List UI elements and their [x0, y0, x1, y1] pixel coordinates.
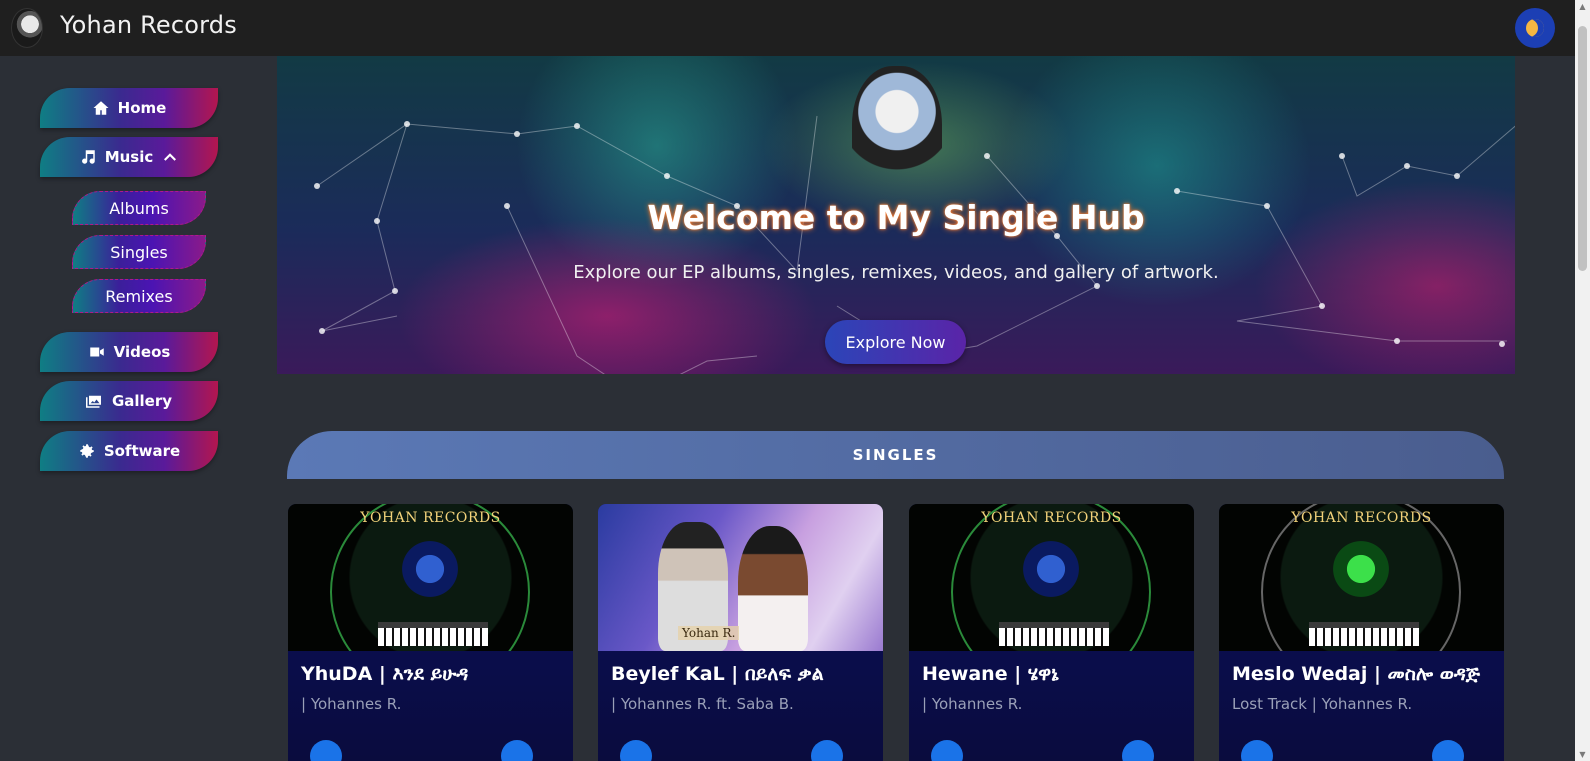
hero-title: Welcome to My Single Hub — [647, 198, 1145, 237]
card-artist: | Yohannes R. — [922, 695, 1023, 713]
sidebar-item-gallery[interactable]: Gallery — [40, 381, 218, 421]
scrollbar-thumb[interactable] — [1578, 26, 1587, 271]
avatar-logo-icon[interactable] — [11, 8, 43, 48]
single-card[interactable]: YOHAN RECORDS Hewane | ሄዋኔ | Yohannes R. — [909, 504, 1194, 761]
sidebar-item-label: Videos — [113, 343, 171, 361]
play-button[interactable] — [931, 740, 963, 761]
submenu-item-singles[interactable]: Singles — [72, 235, 206, 269]
share-button[interactable] — [811, 740, 843, 761]
chevron-up-icon[interactable] — [161, 148, 179, 166]
images-icon — [85, 395, 101, 408]
cover-art-image: YOHAN RECORDS — [909, 504, 1194, 651]
theme-toggle-button[interactable] — [1515, 8, 1555, 48]
sidebar-item-music[interactable]: Music — [40, 137, 218, 177]
card-title: Meslo Wedaj | መስሎ ወዳጅ — [1232, 663, 1480, 685]
cover-art-image: YOHAN RECORDS — [1219, 504, 1504, 651]
hero-avatar-image — [852, 66, 942, 196]
moon-icon — [1526, 19, 1544, 37]
card-artist: | Yohannes R. — [301, 695, 402, 713]
card-artist: Lost Track | Yohannes R. — [1232, 695, 1413, 713]
scrollbar[interactable]: ▲ ▼ — [1575, 0, 1590, 761]
music-note-icon — [81, 150, 95, 164]
sidebar-item-label: Software — [103, 442, 181, 460]
play-button[interactable] — [310, 740, 342, 761]
gear-icon — [80, 444, 94, 458]
cover-tag-label: Yohan R. — [678, 626, 740, 640]
sidebar-item-software[interactable]: Software — [40, 431, 218, 471]
play-button[interactable] — [1241, 740, 1273, 761]
top-bar: Yohan Records — [0, 0, 1590, 56]
submenu-item-albums[interactable]: Albums — [72, 191, 206, 225]
sidebar-item-home[interactable]: Home — [40, 88, 218, 128]
explore-now-button[interactable]: Explore Now — [825, 320, 966, 364]
single-card[interactable]: YOHAN RECORDS YhuDA | እንደ ይሁዳ | Yohannes… — [288, 504, 573, 761]
home-icon — [93, 101, 109, 115]
share-button[interactable] — [1432, 740, 1464, 761]
hero-subtitle: Explore our EP albums, singles, remixes,… — [573, 262, 1219, 283]
sidebar: Home Music Albums Singles Remixes Videos… — [0, 56, 262, 761]
play-button[interactable] — [620, 740, 652, 761]
single-card[interactable]: Yohan R. Beylef KaL | በይለፍ ቃል | Yohannes… — [598, 504, 883, 761]
section-title: SINGLES — [287, 431, 1504, 479]
cover-brand-label: YOHAN RECORDS — [981, 510, 1122, 526]
cover-art-image: YOHAN RECORDS — [288, 504, 573, 651]
sidebar-item-label: Gallery — [111, 392, 173, 410]
card-title: Hewane | ሄዋኔ — [922, 663, 1059, 685]
cover-brand-label: YOHAN RECORDS — [1291, 510, 1432, 526]
cover-brand-label: YOHAN RECORDS — [360, 510, 501, 526]
submenu-item-remixes[interactable]: Remixes — [72, 279, 206, 313]
sidebar-item-videos[interactable]: Videos — [40, 332, 218, 372]
hero-banner: Welcome to My Single Hub Explore our EP … — [277, 56, 1515, 374]
scroll-down-arrow-icon[interactable]: ▼ — [1578, 750, 1587, 759]
share-button[interactable] — [501, 740, 533, 761]
share-button[interactable] — [1122, 740, 1154, 761]
app-title[interactable]: Yohan Records — [60, 11, 237, 39]
sidebar-item-label: Home — [117, 99, 167, 117]
card-title: YhuDA | እንደ ይሁዳ — [301, 663, 469, 685]
card-artist: | Yohannes R. ft. Saba B. — [611, 695, 794, 713]
cover-art-image: Yohan R. — [598, 504, 883, 651]
single-card[interactable]: YOHAN RECORDS Meslo Wedaj | መስሎ ወዳጅ Lost… — [1219, 504, 1504, 761]
sidebar-item-label: Music — [104, 148, 154, 166]
card-title: Beylef KaL | በይለፍ ቃል — [611, 663, 824, 685]
video-camera-icon — [89, 347, 104, 357]
scroll-up-arrow-icon[interactable]: ▲ — [1578, 2, 1587, 11]
